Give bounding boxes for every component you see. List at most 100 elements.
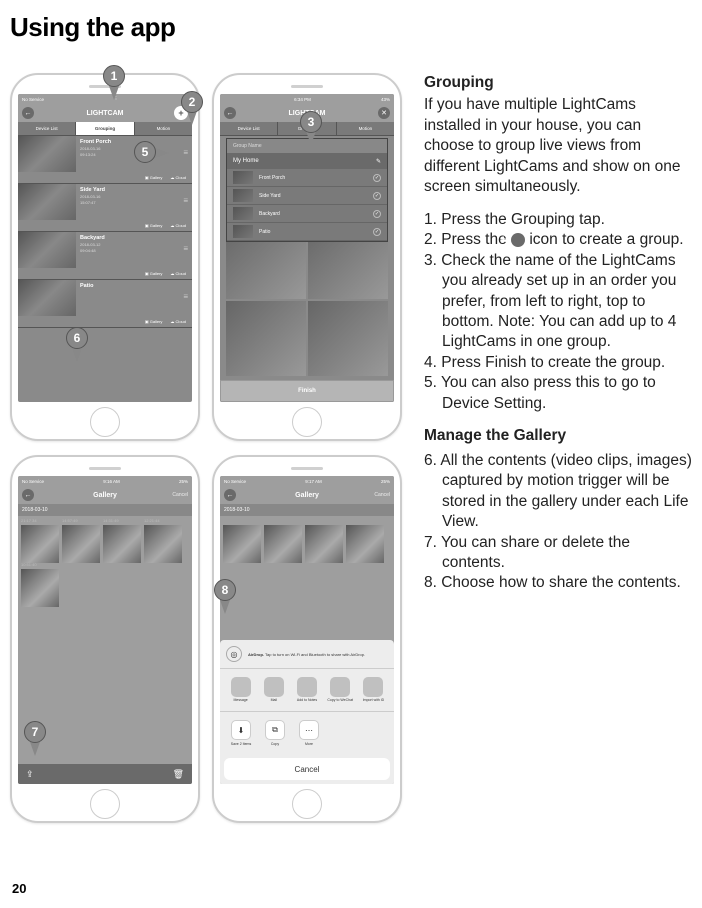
share-action-copy[interactable]: ⧉Copy [260,720,290,746]
camera-card[interactable]: Side Yard 2018-03-16 15:07:47 ≡ ▣ Galler… [18,184,192,232]
share-app-wechat[interactable]: Copy to WeChat [326,677,355,703]
callout-3: 3 [300,111,322,133]
camera-name: Front Porch [80,139,188,145]
check-icon[interactable]: ✓ [373,228,381,236]
cloud-button[interactable]: ☁ Cloud [170,223,186,228]
callout-7-arrow [30,742,40,756]
gallery-thumbnail[interactable]: 10:51:40 [21,569,59,607]
gallery-thumbnail[interactable] [223,525,261,563]
callout-8: 8 [214,579,236,601]
airdrop-icon[interactable]: ◎ [226,646,242,662]
group-modal: Group Name My Home ✎ Front Porch ✓ [226,138,388,242]
tabs: Device List Grouping Motion [18,122,192,136]
back-icon[interactable]: ← [22,489,34,501]
edit-icon[interactable]: ✎ [376,158,381,165]
cancel-link[interactable]: Cancel [172,492,188,498]
phone-mockup-4: No Service 9:17 AM 25% ← Gallery Cancel … [212,455,402,823]
share-app-import[interactable]: Import with iD [359,677,388,703]
share-action-save[interactable]: ⬇Save 2 Items [226,720,256,746]
gallery-thumbnail[interactable]: 14:31:49 [103,525,141,563]
share-app-mail[interactable]: Mail [259,677,288,703]
menu-icon[interactable]: ≡ [183,196,188,205]
group-item-thumbnail [233,225,253,238]
menu-icon[interactable]: ≡ [183,244,188,253]
group-item[interactable]: Backyard ✓ [227,205,387,223]
share-action-more[interactable]: ⋯More [294,720,324,746]
gallery-button[interactable]: ▣ Gallery [145,271,163,276]
instructions-column: Grouping If you have multiple LightCams … [424,73,692,823]
step-4: 4. Press Finish to create the group. [424,353,692,373]
cloud-button[interactable]: ☁ Cloud [170,271,186,276]
app-header: ← LIGHTCAM + [18,104,192,122]
home-button[interactable] [292,789,322,819]
cloud-button[interactable]: ☁ Cloud [170,319,186,324]
step-5: 5. You can also press this to go to Devi… [424,373,692,414]
step-6: 6. All the contents (video clips, images… [424,451,692,533]
check-icon[interactable]: ✓ [373,210,381,218]
step-7: 7. You can share or delete the contents. [424,533,692,574]
home-button[interactable] [90,407,120,437]
plus-icon: + [511,233,525,247]
home-button[interactable] [292,407,322,437]
gallery-heading: Manage the Gallery [424,426,692,446]
close-icon[interactable]: ✕ [378,107,390,119]
callout-8-arrow [220,600,230,614]
gallery-thumbnail[interactable]: 21:17 34 [21,525,59,563]
step-1: 1. Press the Grouping tap. [424,210,692,230]
gallery-thumbnail[interactable] [346,525,384,563]
gallery-button[interactable]: ▣ Gallery [145,319,163,324]
tab-motion[interactable]: Motion [135,122,192,135]
callout-7: 7 [24,721,46,743]
cancel-button[interactable]: Cancel [224,758,390,780]
tab-device-list[interactable]: Device List [18,122,76,135]
group-name-input[interactable]: My Home ✎ [227,153,387,169]
group-item[interactable]: Side Yard ✓ [227,187,387,205]
app-header: ← Gallery Cancel [220,486,394,504]
camera-thumbnail [18,280,76,316]
share-sheet: ◎ AirDrop. Tap to turn on Wi-Fi and Blue… [220,640,394,784]
check-icon[interactable]: ✓ [373,192,381,200]
menu-icon[interactable]: ≡ [183,292,188,301]
finish-button[interactable]: Finish [220,380,394,402]
trash-icon[interactable]: 🗑 [173,769,184,780]
page-number: 20 [12,881,26,896]
camera-card[interactable]: Patio ≡ ▣ Gallery ☁ Cloud [18,280,192,328]
camera-card[interactable]: Backyard 2018-03-12 09:04:48 ≡ ▣ Gallery… [18,232,192,280]
back-icon[interactable]: ← [224,489,236,501]
share-icon[interactable]: ⇪ [26,769,34,780]
group-item-thumbnail [233,189,253,202]
check-icon[interactable]: ✓ [373,174,381,182]
share-apps: Message Mail Add to Notes Copy to WeChat… [220,669,394,712]
date-header: 2018-03-10 [220,504,394,516]
callout-6-arrow [72,348,82,362]
back-icon[interactable]: ← [22,107,34,119]
step-2: 2. Press the + icon to create a group. [424,230,692,250]
tab-motion[interactable]: Motion [337,122,394,135]
status-bar: No Service ⋮ [18,94,192,104]
gallery-button[interactable]: ▣ Gallery [145,175,163,180]
tab-grouping[interactable]: Grouping [76,122,134,135]
gallery-thumbnail[interactable]: 14:57:49 [62,525,100,563]
gallery-thumbnail[interactable] [305,525,343,563]
step-3: 3. Check the name of the LightCams you a… [424,251,692,353]
gallery-button[interactable]: ▣ Gallery [145,223,163,228]
gallery-thumbnail[interactable]: 12:21:44 [144,525,182,563]
camera-thumbnail [18,232,76,268]
share-app-message[interactable]: Message [226,677,255,703]
share-app-notes[interactable]: Add to Notes [292,677,321,703]
group-item[interactable]: Front Porch ✓ [227,169,387,187]
callout-2: 2 [181,91,203,113]
date-header: 2018-03-10 [18,504,192,516]
tab-device-list[interactable]: Device List [220,122,278,135]
cancel-link[interactable]: Cancel [374,492,390,498]
cloud-button[interactable]: ☁ Cloud [170,175,186,180]
callout-2-arrow [187,111,197,125]
gallery-thumbnail[interactable] [264,525,302,563]
back-icon[interactable]: ← [224,107,236,119]
home-button[interactable] [90,789,120,819]
preview-cell [308,301,388,376]
phone-mockup-3: No Service 9:16 AM 25% ← Gallery Cancel … [10,455,200,823]
camera-card[interactable]: Front Porch 2018-03-16 09:13:24 ≡ ▣ Gall… [18,136,192,184]
group-item[interactable]: Patio ✓ [227,223,387,241]
menu-icon[interactable]: ≡ [183,148,188,157]
